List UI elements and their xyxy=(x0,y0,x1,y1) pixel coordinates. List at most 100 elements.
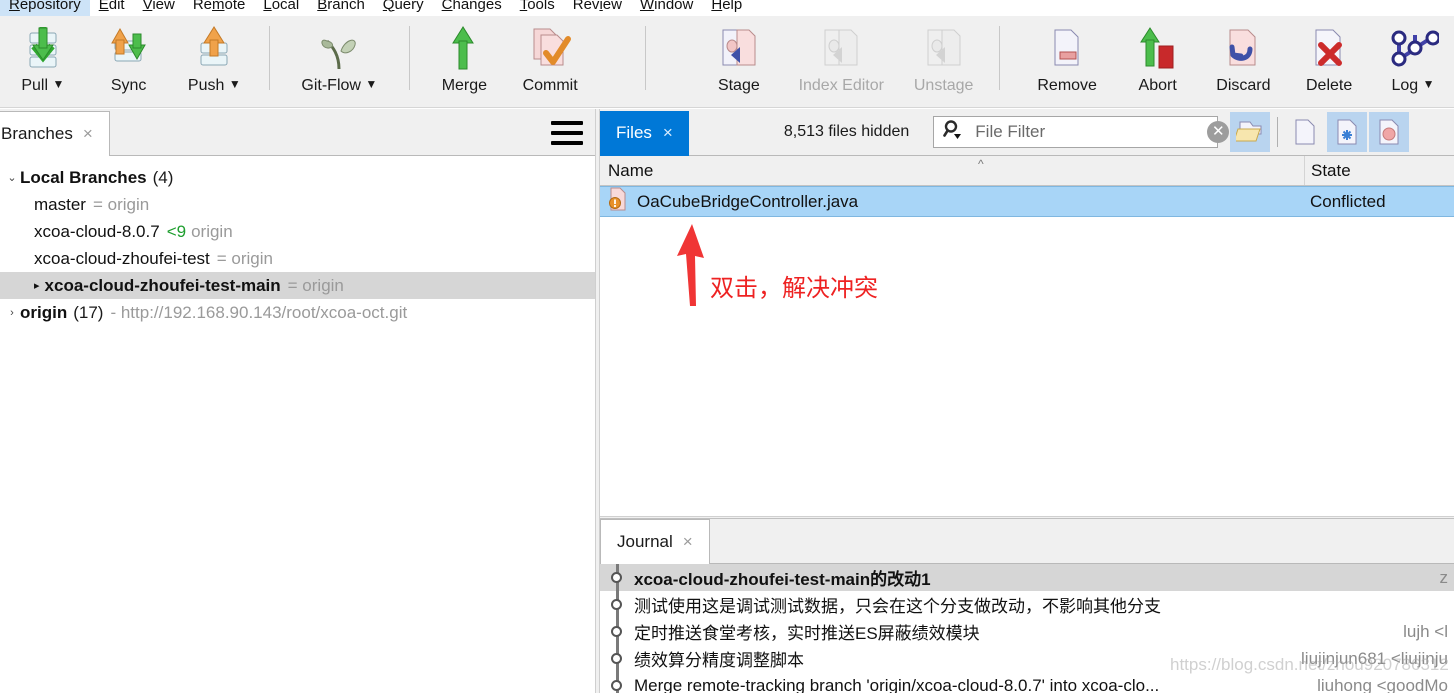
toolbar-separator xyxy=(644,26,646,90)
column-header-name[interactable]: Name xyxy=(600,161,1304,181)
menu-item-help[interactable]: Help xyxy=(702,0,751,17)
hidden-files-count: 8,513 files hidden xyxy=(783,123,910,140)
toolbar-label-discard: Discard xyxy=(1216,77,1271,94)
toolbar-button-abort[interactable]: Abort xyxy=(1115,16,1201,104)
list-item[interactable]: 绩效算分精度调整脚本 liujinjun681 <liujinju xyxy=(600,645,1454,672)
branch-item-xcoa-cloud-807[interactable]: xcoa-cloud-8.0.7 <9 origin xyxy=(0,218,595,245)
menu-item-query[interactable]: Query xyxy=(374,0,433,17)
list-item[interactable]: xcoa-cloud-zhoufei-test-main的改动1 z xyxy=(600,564,1454,591)
file-filter-input[interactable] xyxy=(973,121,1199,143)
toolbar-button-merge[interactable]: Merge xyxy=(422,16,508,104)
journal-list: xcoa-cloud-zhoufei-test-main的改动1 z 测试使用这… xyxy=(600,564,1454,693)
branch-tracking: = origin xyxy=(92,194,150,214)
search-icon[interactable] xyxy=(942,119,964,146)
files-panel: Files × 8,513 files hidden ✕ xyxy=(600,109,1454,693)
log-icon xyxy=(1387,24,1439,74)
modified-file-icon[interactable] xyxy=(1369,112,1410,152)
main-toolbar: Pull ▼ Sync Push ▼ Git-Flow ▼ Merge Comm… xyxy=(0,16,1454,108)
toolbar-label-index-editor: Index Editor xyxy=(798,77,884,94)
toolbar-button-pull[interactable]: Pull ▼ xyxy=(0,16,86,104)
tab-branches-label: Branches xyxy=(1,124,73,143)
toolbar-label-sync: Sync xyxy=(110,77,147,94)
menu-item-edit[interactable]: Edit xyxy=(90,0,134,17)
toolbar-button-index-editor[interactable]: Index Editor xyxy=(782,16,901,104)
menu-item-changes[interactable]: Changes xyxy=(433,0,511,17)
branch-item-master[interactable]: master = origin xyxy=(0,191,595,218)
toolbar-button-delete[interactable]: Delete xyxy=(1286,16,1372,104)
tab-files[interactable]: Files × xyxy=(600,110,689,156)
commit-message: 绩效算分精度调整脚本 xyxy=(634,651,804,670)
chevron-down-icon[interactable]: ▼ xyxy=(229,77,241,91)
clear-circle-icon[interactable]: ✕ xyxy=(1207,121,1230,143)
tab-branches[interactable]: Branches × xyxy=(0,111,110,156)
files-column-header: Name ^ State xyxy=(600,156,1454,186)
close-icon[interactable]: × xyxy=(683,532,693,552)
toolbar-separator xyxy=(269,26,271,90)
tab-journal[interactable]: Journal × xyxy=(600,519,710,564)
toolbar-label-delete: Delete xyxy=(1306,77,1353,94)
tab-journal-label: Journal xyxy=(617,532,673,551)
blank-file-icon[interactable] xyxy=(1285,112,1325,152)
hamburger-menu-icon[interactable] xyxy=(551,121,583,145)
tree-group-local-branches[interactable]: ⌄ Local Branches (4) xyxy=(0,164,595,191)
commit-author: liujinjun681 <liujinju xyxy=(1301,648,1448,668)
list-item[interactable]: 定时推送食堂考核，实时推送ES屏蔽绩效模块 lujh <l xyxy=(600,618,1454,645)
toolbar-button-git-flow[interactable]: Git-Flow ▼ xyxy=(282,16,396,104)
toolbar-button-commit[interactable]: Commit xyxy=(507,16,593,104)
toolbar-label-push: Push xyxy=(187,77,225,94)
branch-item-xcoa-cloud-zhoufei-test-main[interactable]: ▸ xcoa-cloud-zhoufei-test-main = origin xyxy=(0,272,595,299)
tree-group-origin[interactable]: › origin (17) - http://192.168.90.143/ro… xyxy=(0,299,595,326)
list-item[interactable]: Merge remote-tracking branch 'origin/xco… xyxy=(600,672,1454,693)
menu-item-view[interactable]: View xyxy=(134,0,184,17)
commit-author: z xyxy=(1439,567,1449,587)
chevron-down-icon[interactable]: ▼ xyxy=(52,77,64,91)
toolbar-button-log[interactable]: Log ▼ xyxy=(1372,16,1454,104)
close-icon[interactable]: × xyxy=(663,123,673,143)
branches-panel: Branches × ⌄ Local Branches (4) master =… xyxy=(0,109,595,693)
menu-item-branch[interactable]: Branch xyxy=(308,0,374,17)
menu-item-remote[interactable]: Remote xyxy=(184,0,255,17)
menu-bar: RRepositoryepository Edit View Remote Lo… xyxy=(0,0,1454,17)
commit-graph-node xyxy=(600,564,634,591)
branch-name: master xyxy=(34,194,86,214)
toolbar-button-sync[interactable]: Sync xyxy=(86,16,172,104)
table-row[interactable]: OaCubeBridgeController.java Conflicted xyxy=(600,186,1454,217)
column-header-state[interactable]: State xyxy=(1304,156,1454,185)
unstage-icon xyxy=(920,24,968,74)
file-name: OaCubeBridgeController.java xyxy=(637,191,859,211)
menu-item-review[interactable]: Review xyxy=(564,0,631,17)
journal-tabstrip: Journal × xyxy=(600,519,1454,564)
open-folder-icon[interactable] xyxy=(1230,112,1271,152)
branch-tracking: = origin xyxy=(216,248,273,268)
commit-message: Merge remote-tracking branch 'origin/xco… xyxy=(634,675,1160,693)
toolbar-label-git-flow: Git-Flow xyxy=(301,77,361,94)
chevron-right-icon[interactable]: › xyxy=(4,307,20,319)
menu-item-window[interactable]: Window xyxy=(631,0,702,17)
toolbar-button-discard[interactable]: Discard xyxy=(1201,16,1287,104)
toolbar-button-push[interactable]: Push ▼ xyxy=(171,16,257,104)
toolbar-label-pull: Pull xyxy=(21,77,49,94)
toolbar-button-stage[interactable]: Stage xyxy=(696,16,782,104)
chevron-down-icon[interactable]: ▼ xyxy=(1423,77,1435,91)
toolbar-button-unstage[interactable]: Unstage xyxy=(901,16,987,104)
menu-item-tools[interactable]: Tools xyxy=(511,0,564,17)
toolbar-button-remove[interactable]: Remove xyxy=(1020,16,1115,104)
menu-item-local[interactable]: Local xyxy=(254,0,308,17)
commit-author: lujh <l xyxy=(1403,621,1448,641)
chevron-down-icon[interactable]: ⌄ xyxy=(4,171,20,184)
menu-item-repository[interactable]: RRepositoryepository xyxy=(0,0,90,17)
chevron-down-icon[interactable]: ▼ xyxy=(365,77,377,91)
branches-tabstrip: Branches × xyxy=(0,109,595,156)
file-filter-box[interactable]: ✕ xyxy=(933,116,1230,148)
files-tabstrip: Files × 8,513 files hidden ✕ xyxy=(600,109,1454,156)
branch-name: xcoa-cloud-zhoufei-test-main xyxy=(44,275,281,295)
branch-item-xcoa-cloud-zhoufei-test[interactable]: xcoa-cloud-zhoufei-test = origin xyxy=(0,245,595,272)
files-buttons-separator xyxy=(1277,117,1279,147)
list-item[interactable]: 测试使用这是调试测试数据，只会在这个分支做改动，不影响其他分支 xyxy=(600,591,1454,618)
files-list: OaCubeBridgeController.java Conflicted xyxy=(600,186,1454,516)
smartgit-window: RRepositoryepository Edit View Remote Lo… xyxy=(0,0,1454,693)
push-icon xyxy=(191,24,237,74)
close-icon[interactable]: × xyxy=(83,124,93,144)
new-file-icon[interactable] xyxy=(1327,112,1368,152)
local-branches-count: (4) xyxy=(152,167,174,187)
